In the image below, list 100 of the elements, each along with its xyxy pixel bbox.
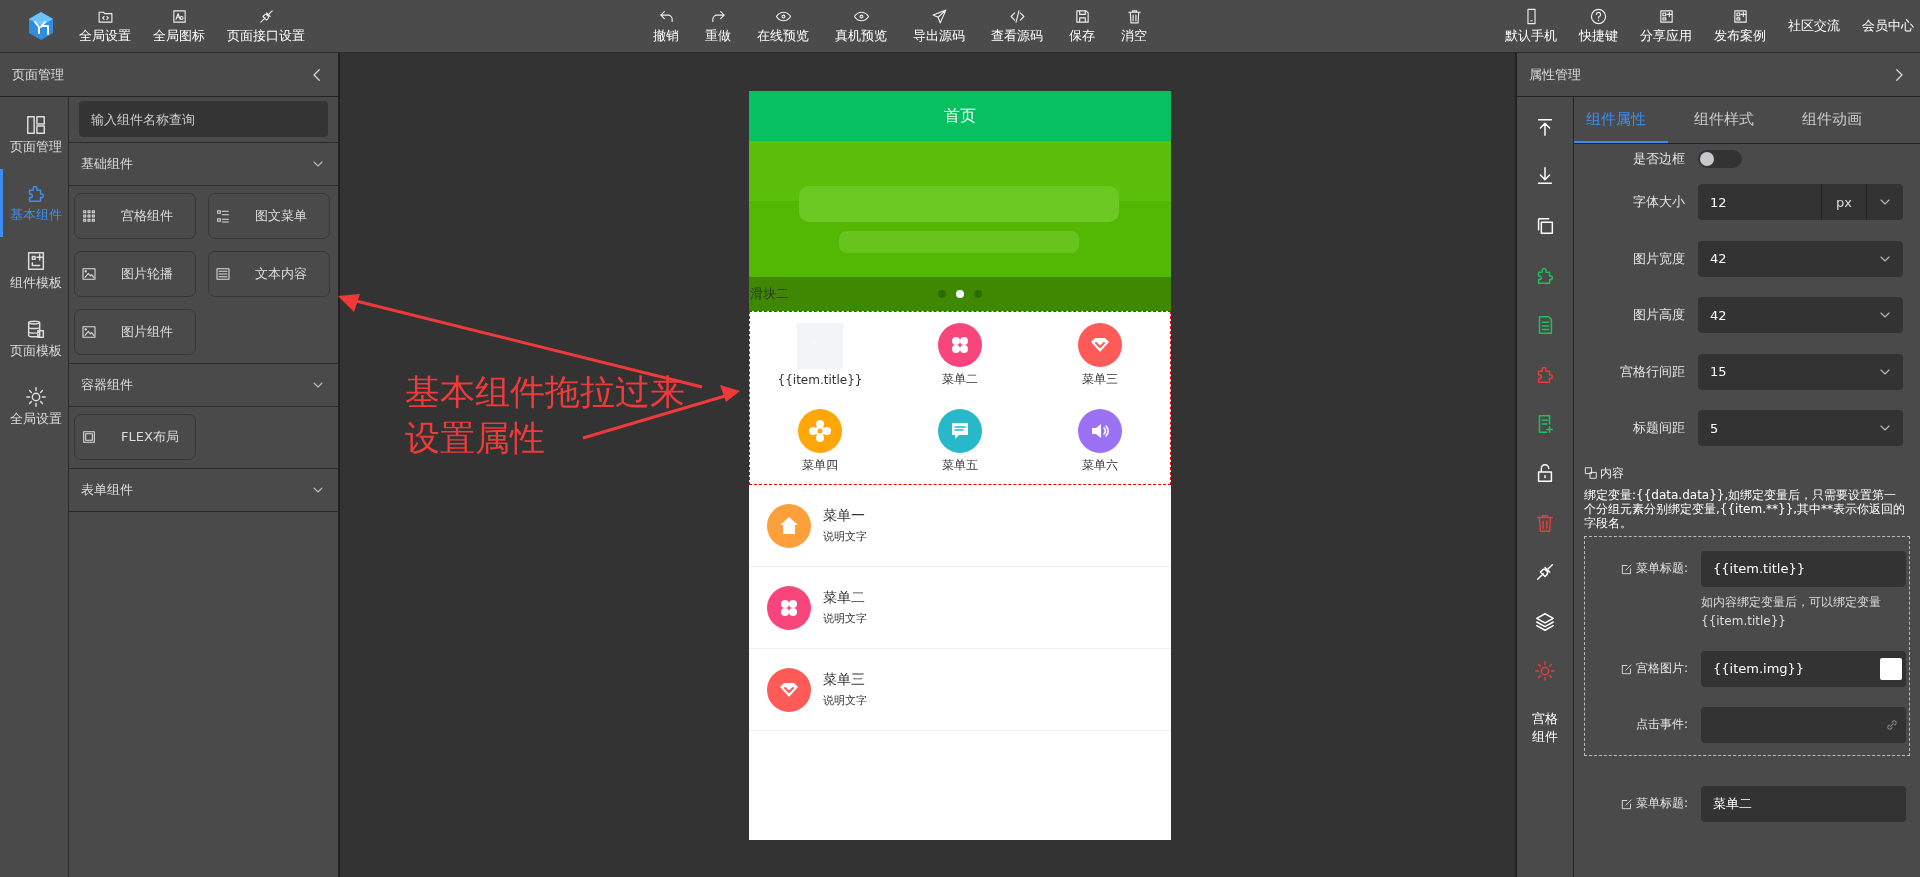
input-field[interactable]: {{item.title}} bbox=[1701, 550, 1906, 587]
grid-icon bbox=[1657, 7, 1675, 25]
field-label: 标题间距 bbox=[1632, 419, 1685, 438]
component-item[interactable]: FLEX布局 bbox=[74, 414, 196, 460]
toolbar-link[interactable]: 社区交流 bbox=[1788, 17, 1840, 35]
slide-dot[interactable] bbox=[938, 290, 946, 298]
menu-description: 说明文字 bbox=[823, 611, 867, 626]
component-item[interactable]: 图片组件 bbox=[74, 309, 196, 355]
grid-icon bbox=[1731, 7, 1749, 25]
select-field[interactable]: 42 bbox=[1698, 240, 1903, 277]
grid-label: 菜单二 bbox=[942, 370, 978, 388]
field-label: 宫格图片: bbox=[1635, 660, 1688, 677]
slide-dot[interactable] bbox=[974, 290, 982, 298]
toolbar-button[interactable]: 快捷键 bbox=[1579, 7, 1618, 45]
unit-select[interactable]: px bbox=[1821, 184, 1867, 221]
toolbar-button[interactable]: 查看源码 bbox=[991, 7, 1043, 45]
toolbar-button[interactable]: 默认手机 bbox=[1505, 7, 1557, 45]
toolbar-button[interactable]: 保存 bbox=[1069, 7, 1095, 45]
code-icon bbox=[1008, 7, 1026, 25]
slide-caption: 滑块二 bbox=[749, 285, 789, 303]
input-field[interactable]: 菜单二 bbox=[1701, 785, 1906, 822]
number-field[interactable]: 12 px bbox=[1698, 184, 1903, 221]
annotation-text: 基本组件拖拉过来 bbox=[405, 371, 685, 414]
group-title: 容器组件 bbox=[81, 376, 133, 394]
copy-icon bbox=[1584, 466, 1598, 480]
field-label: 是否边框 bbox=[1632, 150, 1685, 168]
toolbar-button[interactable]: 全局图标 bbox=[153, 7, 205, 45]
group-header[interactable]: 容器组件 bbox=[69, 363, 338, 407]
toolbar-button[interactable]: 撤销 bbox=[653, 7, 679, 45]
menu-title: 菜单二 bbox=[823, 589, 866, 607]
grid-label: {{item.title}} bbox=[777, 373, 863, 387]
toolbar-button[interactable]: 全局设置 bbox=[79, 7, 131, 45]
sidebar-item[interactable]: 全局设置 bbox=[0, 373, 68, 441]
group-title: 表单组件 bbox=[81, 481, 133, 499]
toggle-switch[interactable] bbox=[1698, 150, 1742, 168]
input-field[interactable] bbox=[1701, 706, 1906, 743]
menu-title: 菜单三 bbox=[823, 671, 866, 689]
plug-icon bbox=[257, 7, 275, 25]
trash-icon bbox=[1125, 7, 1143, 25]
tab[interactable]: 组件样式 bbox=[1682, 97, 1776, 143]
component-item[interactable]: 宫格组件 bbox=[74, 193, 196, 239]
toolbar-button[interactable]: 在线预览 bbox=[757, 7, 809, 45]
image-icon bbox=[81, 324, 97, 340]
send-icon bbox=[930, 7, 948, 25]
group-header[interactable]: 表单组件 bbox=[69, 468, 338, 512]
layout-icon bbox=[24, 114, 47, 136]
text-icon bbox=[215, 266, 231, 282]
component-item[interactable]: 图片轮播 bbox=[74, 251, 196, 297]
slide-dot[interactable] bbox=[956, 290, 964, 298]
sidebar-item[interactable]: 组件模板 bbox=[0, 237, 68, 305]
sidebar-item[interactable]: 页面模板 bbox=[0, 305, 68, 373]
section-title: 内容 bbox=[1600, 464, 1624, 482]
toolbar-button[interactable]: 真机预览 bbox=[835, 7, 887, 45]
tab[interactable]: 组件动画 bbox=[1790, 97, 1884, 143]
menu-row[interactable]: 菜单一 说明文字 bbox=[749, 485, 1171, 567]
panel-title: 页面管理 bbox=[12, 65, 64, 84]
field-label: 菜单标题: bbox=[1635, 795, 1688, 812]
menu-row[interactable]: 菜单三 说明文字 bbox=[749, 649, 1171, 731]
page-title: 首页 bbox=[944, 105, 976, 127]
list-icon bbox=[215, 208, 231, 224]
field-label: 图片宽度 bbox=[1632, 249, 1685, 268]
component-item[interactable]: 图文菜单 bbox=[208, 193, 330, 239]
group-header[interactable]: 基础组件 bbox=[69, 142, 338, 186]
sidebar-item[interactable]: 页面管理 bbox=[0, 101, 68, 169]
grid-label: 菜单四 bbox=[802, 456, 838, 474]
menu-title: 菜单一 bbox=[823, 507, 866, 525]
grid-label: 菜单五 bbox=[942, 456, 978, 474]
hint-text: 如内容绑定变量后，可以绑定变量{{item.title}} bbox=[1701, 593, 1882, 630]
component-item[interactable]: 文本内容 bbox=[208, 251, 330, 297]
menu-description: 说明文字 bbox=[823, 693, 867, 708]
toolbar-button[interactable]: 导出源码 bbox=[913, 7, 965, 45]
image-icon bbox=[81, 266, 97, 282]
field-label: 菜单标题: bbox=[1635, 560, 1688, 577]
font-icon bbox=[170, 7, 188, 25]
help-icon bbox=[1590, 7, 1607, 25]
field-label: 点击事件: bbox=[1635, 716, 1688, 733]
toolbar-button[interactable]: 发布案例 bbox=[1714, 7, 1766, 45]
image-thumbnail-icon[interactable] bbox=[1880, 657, 1902, 680]
grid-component[interactable]: {{item.title}} 菜单二 菜单三 菜单四 菜单五 菜单六 bbox=[749, 311, 1171, 485]
toolbar-button[interactable]: 分享应用 bbox=[1640, 7, 1692, 45]
menu-description: 说明文字 bbox=[823, 529, 867, 544]
toolbar-button[interactable]: 重做 bbox=[705, 7, 731, 45]
grid-icon bbox=[81, 208, 97, 224]
field-label: 宫格行间距 bbox=[1619, 362, 1685, 381]
select-field[interactable]: 5 bbox=[1698, 410, 1903, 447]
select-field[interactable]: 15 bbox=[1698, 353, 1903, 390]
annotation-text: 设置属性 bbox=[405, 417, 546, 460]
frame-icon bbox=[81, 429, 97, 445]
toolbar-button[interactable]: 消空 bbox=[1121, 7, 1147, 45]
menu-row[interactable]: 菜单二 说明文字 bbox=[749, 567, 1171, 649]
search-field[interactable]: 输入组件名称查询 bbox=[79, 101, 328, 137]
group-title: 基础组件 bbox=[81, 155, 133, 173]
toolbar-button[interactable]: 页面接口设置 bbox=[227, 7, 305, 45]
component-name: 宫格组件 bbox=[1531, 710, 1559, 746]
help-text: 绑定变量:{{data.data}},如绑定变量后，只需要设置第一个分组元素分别绑定变量,{{item.**}},其中**表示你返回的字段名。 bbox=[1584, 487, 1906, 530]
field-label: 字体大小 bbox=[1632, 193, 1685, 212]
grid-label: 菜单三 bbox=[1082, 370, 1118, 388]
select-field[interactable]: 42 bbox=[1698, 297, 1903, 334]
input-field[interactable]: {{item.img}} bbox=[1701, 650, 1906, 687]
toolbar-link[interactable]: 会员中心 bbox=[1862, 17, 1914, 35]
